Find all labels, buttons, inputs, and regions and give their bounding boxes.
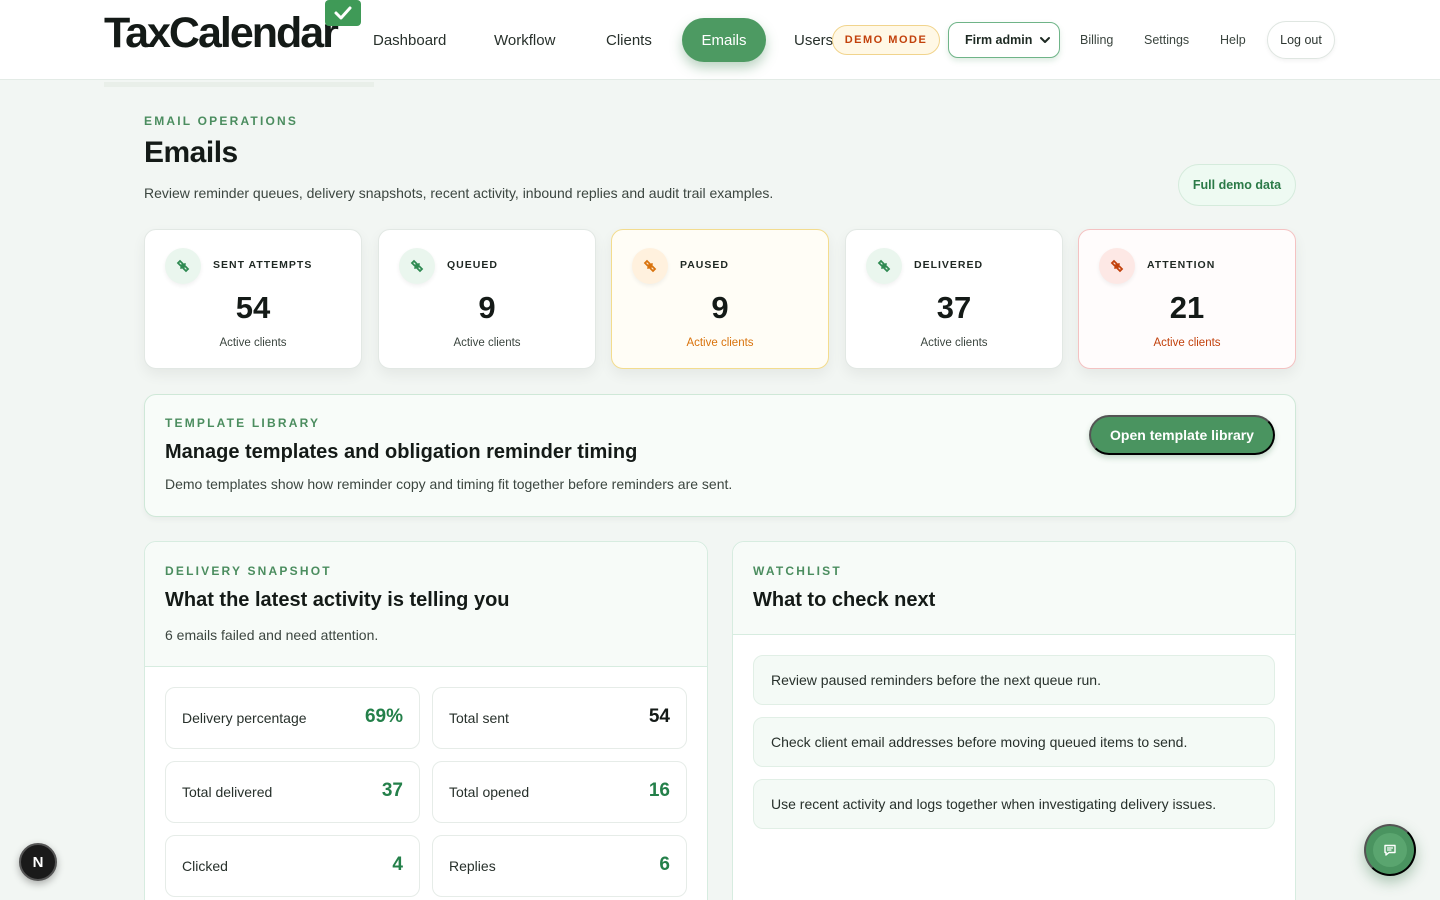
nav-billing[interactable]: Billing	[1080, 28, 1113, 52]
stat-sublabel: Active clients	[219, 337, 287, 349]
metric-value: 54	[648, 706, 670, 727]
metric-clicked: Clicked 4	[165, 835, 420, 897]
watchlist-panel: WATCHLIST What to check next Review paus…	[732, 541, 1296, 900]
nav-users[interactable]: Users	[794, 18, 833, 62]
metric-value: 16	[648, 780, 670, 801]
watchlist-item: Review paused reminders before the next …	[753, 655, 1275, 705]
page-title: Emails	[144, 136, 238, 169]
stat-sublabel: Active clients	[920, 337, 988, 349]
chat-bubble-icon	[1373, 833, 1407, 867]
stat-card-attention: ATTENTION 21 Active clients	[1078, 229, 1296, 369]
stat-value: 9	[478, 290, 496, 325]
stat-label: SENT ATTEMPTS	[213, 259, 313, 271]
nav-help[interactable]: Help	[1220, 28, 1246, 52]
nav-dashboard[interactable]: Dashboard	[373, 18, 446, 62]
template-description: Demo templates show how reminder copy an…	[165, 476, 733, 492]
delivery-snapshot-eyebrow: DELIVERY SNAPSHOT	[165, 564, 332, 578]
stat-value: 54	[235, 290, 271, 325]
logout-button[interactable]: Log out	[1267, 21, 1335, 59]
stat-label: PAUSED	[680, 259, 729, 271]
template-title: Manage templates and obligation reminder…	[165, 441, 638, 463]
stat-label: ATTENTION	[1147, 259, 1216, 271]
delivery-snapshot-header: DELIVERY SNAPSHOT What the latest activi…	[145, 542, 707, 667]
stat-card-delivered: DELIVERED 37 Active clients	[845, 229, 1063, 369]
watchlist-title: What to check next	[753, 589, 936, 611]
stat-label: DELIVERED	[914, 259, 984, 271]
metric-label: Total delivered	[182, 784, 273, 800]
full-demo-data-button[interactable]: Full demo data	[1178, 164, 1296, 206]
watchlist-eyebrow: WATCHLIST	[753, 564, 842, 578]
metric-value: 37	[381, 780, 403, 801]
brand-name: TaxCalendar	[104, 9, 339, 57]
metric-label: Delivery percentage	[182, 710, 307, 726]
metric-label: Total opened	[449, 784, 530, 800]
metric-label: Clicked	[182, 858, 228, 874]
nav-workflow[interactable]: Workflow	[494, 18, 555, 62]
link-icon	[1099, 248, 1135, 284]
metric-value: 6	[659, 854, 670, 875]
link-icon	[866, 248, 902, 284]
dev-tools-n-badge[interactable]: N	[19, 843, 57, 881]
watchlist-header: WATCHLIST What to check next	[733, 542, 1295, 635]
link-icon	[399, 248, 435, 284]
stat-card-queued: QUEUED 9 Active clients	[378, 229, 596, 369]
delivery-snapshot-description: 6 emails failed and need attention.	[165, 627, 379, 643]
stat-sublabel: Active clients	[1153, 337, 1221, 349]
nav-settings[interactable]: Settings	[1144, 28, 1189, 52]
nav-clients[interactable]: Clients	[606, 18, 652, 62]
metric-value: 4	[392, 854, 403, 875]
chat-button[interactable]	[1364, 824, 1416, 876]
link-icon	[632, 248, 668, 284]
open-template-library-button[interactable]: Open template library	[1089, 415, 1275, 455]
chevron-down-icon	[1040, 37, 1050, 43]
watchlist-item: Check client email addresses before movi…	[753, 717, 1275, 767]
stat-sublabel: Active clients	[686, 337, 754, 349]
page-subtitle: Review reminder queues, delivery snapsho…	[144, 185, 774, 201]
demo-mode-badge: DEMO MODE	[832, 25, 940, 55]
stat-label: QUEUED	[447, 259, 498, 271]
page-eyebrow: EMAIL OPERATIONS	[144, 114, 299, 128]
template-library-card: TEMPLATE LIBRARY Manage templates and ob…	[144, 394, 1296, 517]
metric-label: Replies	[449, 858, 496, 874]
metric-replies: Replies 6	[432, 835, 687, 897]
stat-value: 9	[711, 290, 729, 325]
stat-card-paused: PAUSED 9 Active clients	[611, 229, 829, 369]
delivery-snapshot-panel: DELIVERY SNAPSHOT What the latest activi…	[144, 541, 708, 900]
stat-card-sent-attempts: SENT ATTEMPTS 54 Active clients	[144, 229, 362, 369]
role-select-value: Firm admin	[965, 33, 1033, 47]
stat-value: 21	[1169, 290, 1205, 325]
metric-value: 69%	[364, 706, 403, 727]
stat-sublabel: Active clients	[453, 337, 521, 349]
stat-value: 37	[936, 290, 972, 325]
nav-emails-active[interactable]: Emails	[682, 18, 766, 62]
watchlist-item: Use recent activity and logs together wh…	[753, 779, 1275, 829]
brand-logo[interactable]: TaxCalendar	[104, 0, 361, 57]
link-icon	[165, 248, 201, 284]
metric-total-delivered: Total delivered 37	[165, 761, 420, 823]
metric-label: Total sent	[449, 710, 509, 726]
template-eyebrow: TEMPLATE LIBRARY	[165, 416, 321, 430]
logo-underline	[104, 82, 374, 87]
role-select[interactable]: Firm admin	[948, 22, 1060, 58]
metric-delivery-percentage: Delivery percentage 69%	[165, 687, 420, 749]
metric-total-opened: Total opened 16	[432, 761, 687, 823]
calendar-check-icon	[325, 0, 361, 26]
delivery-snapshot-title: What the latest activity is telling you	[165, 589, 510, 611]
metric-total-sent: Total sent 54	[432, 687, 687, 749]
top-navbar: TaxCalendar Dashboard Workflow Clients E…	[0, 0, 1440, 80]
